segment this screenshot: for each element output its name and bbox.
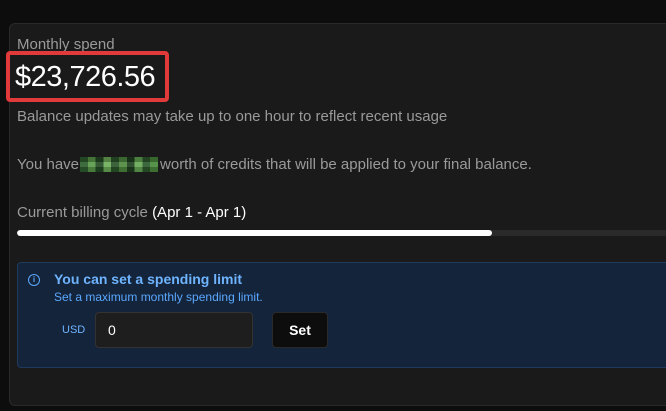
monthly-spend-amount: $23,726.56 [15,61,156,93]
billing-progress-fill [17,230,492,236]
billing-cycle-label: Current billing cycle [17,204,148,221]
balance-note: Balance updates may take up to one hour … [17,108,448,125]
billing-cycle-range: (Apr 1 - Apr 1) [152,204,247,221]
currency-label: USD [62,324,86,336]
credits-prefix: You have [17,156,80,173]
redacted-credit-amount [80,157,159,172]
credits-suffix: worth of credits that will be applied to… [160,156,532,173]
spending-limit-subtitle: Set a maximum monthly spending limit. [54,290,263,304]
spending-limit-panel: i You can set a spending limit Set a max… [17,262,666,368]
spending-limit-title: You can set a spending limit [54,271,242,287]
billing-cycle: Current billing cycle (Apr 1 - Apr 1) [17,204,246,221]
set-limit-button[interactable]: Set [272,312,328,348]
billing-progress-bar [17,230,666,236]
credits-text: You have worth of credits that will be a… [17,156,532,173]
info-icon: i [28,274,40,286]
spending-limit-input[interactable] [95,312,253,348]
